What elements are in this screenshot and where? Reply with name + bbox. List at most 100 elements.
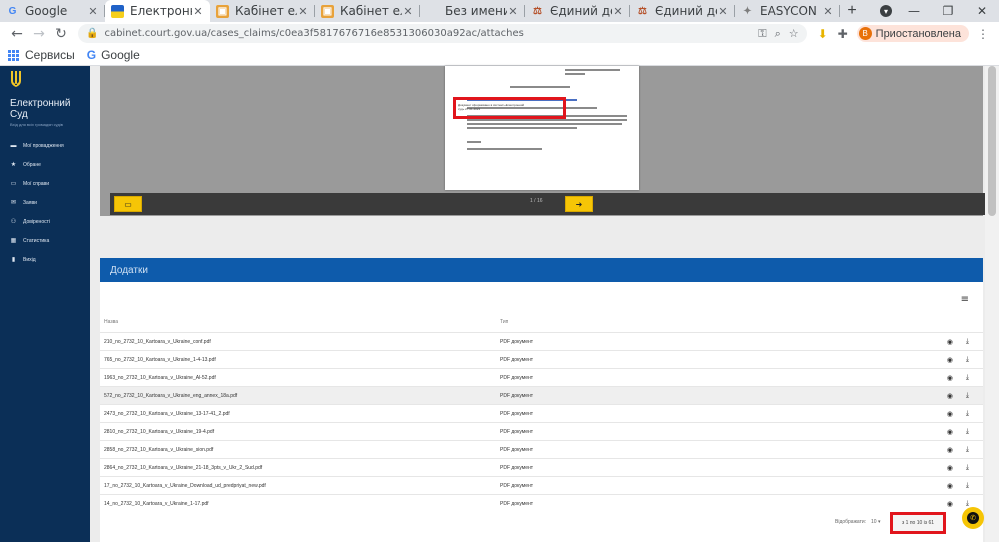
bookmark-star-icon[interactable]: ☆ xyxy=(789,27,799,40)
minimize-button[interactable]: — xyxy=(897,4,931,18)
new-tab-button[interactable]: + xyxy=(840,0,864,22)
download-icon[interactable]: ⤓ xyxy=(966,392,969,400)
download-icon[interactable]: ⤓ xyxy=(966,356,969,364)
close-icon[interactable]: ✕ xyxy=(192,5,204,18)
easycon-icon: ✦ xyxy=(743,5,752,17)
page-scrollbar[interactable] xyxy=(985,66,999,542)
eye-icon[interactable]: ◉ xyxy=(947,356,953,364)
table-row[interactable]: 572_no_2732_10_Kartoara_v_Ukraine_eng_an… xyxy=(100,386,983,404)
back-button[interactable]: ← xyxy=(6,26,28,42)
table-row[interactable]: 2810_no_2732_10_Kartoara_v_Ukraine_19-4.… xyxy=(100,422,983,440)
url-text[interactable]: cabinet.court.gov.ua/cases_claims/c0ea3f… xyxy=(104,28,750,39)
address-bar[interactable]: 🔒 cabinet.court.gov.ua/cases_claims/c0ea… xyxy=(78,24,807,43)
file-type: PDF документ xyxy=(500,482,534,489)
bookmark-label: Сервисы xyxy=(25,48,75,62)
sidebar-item-label: Мої провадження xyxy=(23,142,64,149)
forward-button[interactable]: → xyxy=(28,26,50,42)
file-type: PDF документ xyxy=(500,356,534,363)
pagination-range: з 1 по 10 із 61 xyxy=(890,512,946,534)
close-window-button[interactable]: ✕ xyxy=(965,4,999,18)
tab-cabinet-2[interactable]: ▣ Кабінет ел ✕ xyxy=(315,0,420,22)
close-icon[interactable]: ✕ xyxy=(87,5,99,18)
sidebar-item-exit[interactable]: ▮ Вихід xyxy=(0,250,90,269)
lock-icon[interactable]: 🔒 xyxy=(86,28,98,39)
tab-google[interactable]: G Google ✕ xyxy=(0,0,105,22)
per-page-label: Відображати: xyxy=(835,519,867,525)
eye-icon[interactable]: ◉ xyxy=(947,482,953,490)
sidebar-item-favorites[interactable]: ★ Обране xyxy=(0,155,90,174)
table-row[interactable]: 2473_no_2732_10_Kartoara_v_Ukraine_13-17… xyxy=(100,404,983,422)
download-icon[interactable]: ⤓ xyxy=(966,410,969,418)
sidebar-item-label: Статистика xyxy=(23,237,50,244)
pdf-next-page-button[interactable]: ➜ xyxy=(565,196,593,212)
table-row[interactable]: 2864_no_2732_10_Kartoara_v_Ukraine_21-18… xyxy=(100,458,983,476)
close-icon[interactable]: ✕ xyxy=(612,5,624,18)
tab-cabinet-1[interactable]: ▣ Кабінет ел ✕ xyxy=(210,0,315,22)
download-icon[interactable]: ⤓ xyxy=(966,482,969,490)
sidebar-item-powers[interactable]: ⚇ Довіреності xyxy=(0,212,90,231)
extensions-icon[interactable]: ✚ xyxy=(833,27,853,41)
table-row[interactable]: 210_no_2732_10_Kartoara_v_Ukraine_conf.p… xyxy=(100,332,983,350)
table-row[interactable]: 17_no_2732_10_Kartoara_v_Ukraine_Downloa… xyxy=(100,476,983,494)
file-type: PDF документ xyxy=(500,500,534,507)
eye-icon[interactable]: ◉ xyxy=(947,338,953,346)
sidebar-item-claims[interactable]: ✉ Заяви xyxy=(0,193,90,212)
tab-electronic-court[interactable]: Електронн ✕ xyxy=(105,0,210,22)
eye-icon[interactable]: ◉ xyxy=(947,410,953,418)
download-icon[interactable]: ⬇ xyxy=(813,27,833,41)
download-icon[interactable]: ⤓ xyxy=(966,446,969,454)
scrollbar-thumb[interactable] xyxy=(988,66,996,216)
eye-icon[interactable]: ◉ xyxy=(947,428,953,436)
download-icon[interactable]: ⤓ xyxy=(966,374,969,382)
close-icon[interactable]: ✕ xyxy=(297,5,309,18)
per-page-select[interactable]: 10 ▾ xyxy=(871,519,880,525)
pdf-toolbar: ▭ 1 / 16 ➜ xyxy=(110,193,993,215)
pdf-viewer: ▭ 1 / 16 ➜ xyxy=(100,66,993,216)
bookmark-apps[interactable]: Сервисы xyxy=(8,48,75,62)
zoom-icon[interactable]: ⌕ xyxy=(775,27,781,41)
tab-registry-2[interactable]: ⚖ Єдиний де ✕ xyxy=(630,0,735,22)
tab-search-button[interactable]: ▾ xyxy=(875,0,897,22)
sidebar-item-proceedings[interactable]: ▬ Мої провадження xyxy=(0,136,90,155)
eye-icon[interactable]: ◉ xyxy=(947,446,953,454)
column-header-name[interactable]: Назва xyxy=(104,319,118,325)
apps-grid-icon xyxy=(8,49,19,61)
attachments-table: 210_no_2732_10_Kartoara_v_Ukraine_conf.p… xyxy=(100,332,983,512)
sidebar: Електронний Суд Вхід для всіх громадян с… xyxy=(0,66,90,542)
file-type: PDF документ xyxy=(500,338,534,345)
table-row[interactable]: 14_no_2732_10_Kartoara_v_Ukraine_1-17.pd… xyxy=(100,494,983,512)
eye-icon[interactable]: ◉ xyxy=(947,464,953,472)
menu-kebab-icon[interactable]: ⋮ xyxy=(973,27,993,41)
download-icon[interactable]: ⤓ xyxy=(966,500,969,508)
chat-button[interactable]: ✆ xyxy=(962,507,984,529)
bookmark-google[interactable]: G Google xyxy=(87,48,140,62)
sidebar-item-statistics[interactable]: ▦ Статистика xyxy=(0,231,90,250)
table-row[interactable]: 1963_no_2732_10_Kartoara_v_Ukraine_Al-52… xyxy=(100,368,983,386)
eye-icon[interactable]: ◉ xyxy=(947,392,953,400)
profile-button[interactable]: В Приостановлена xyxy=(856,25,969,42)
google-icon: G xyxy=(8,5,17,17)
key-icon[interactable]: ⚿ xyxy=(758,27,766,41)
table-row[interactable]: 2858_no_2732_10_Kartoara_v_Ukraine_sion.… xyxy=(100,440,983,458)
reload-button[interactable]: ↻ xyxy=(50,26,72,42)
eye-icon[interactable]: ◉ xyxy=(947,374,953,382)
tab-label: Кабінет ел xyxy=(340,4,402,18)
close-icon[interactable]: ✕ xyxy=(507,5,519,18)
hamburger-menu-icon[interactable]: ≡ xyxy=(961,294,969,305)
download-icon[interactable]: ⤓ xyxy=(966,428,969,436)
eye-icon[interactable]: ◉ xyxy=(947,500,953,508)
table-row[interactable]: 765_no_2732_10_Kartoara_v_Ukraine_1-4-13… xyxy=(100,350,983,368)
maximize-button[interactable]: ❐ xyxy=(931,4,965,18)
download-icon[interactable]: ⤓ xyxy=(966,464,969,472)
file-type: PDF документ xyxy=(500,374,534,381)
sidebar-item-cases[interactable]: ▭ Мої справи xyxy=(0,174,90,193)
close-icon[interactable]: ✕ xyxy=(717,5,729,18)
close-icon[interactable]: ✕ xyxy=(402,5,414,18)
column-header-type[interactable]: Тип xyxy=(500,319,508,325)
close-icon[interactable]: ✕ xyxy=(822,5,834,18)
download-icon[interactable]: ⤓ xyxy=(966,338,969,346)
tab-untitled[interactable]: Без имени ✕ xyxy=(420,0,525,22)
tab-easycon[interactable]: ✦ EASYCON ✕ xyxy=(735,0,840,22)
tab-registry-1[interactable]: ⚖ Єдиний де ✕ xyxy=(525,0,630,22)
pdf-download-button[interactable]: ▭ xyxy=(114,196,142,212)
